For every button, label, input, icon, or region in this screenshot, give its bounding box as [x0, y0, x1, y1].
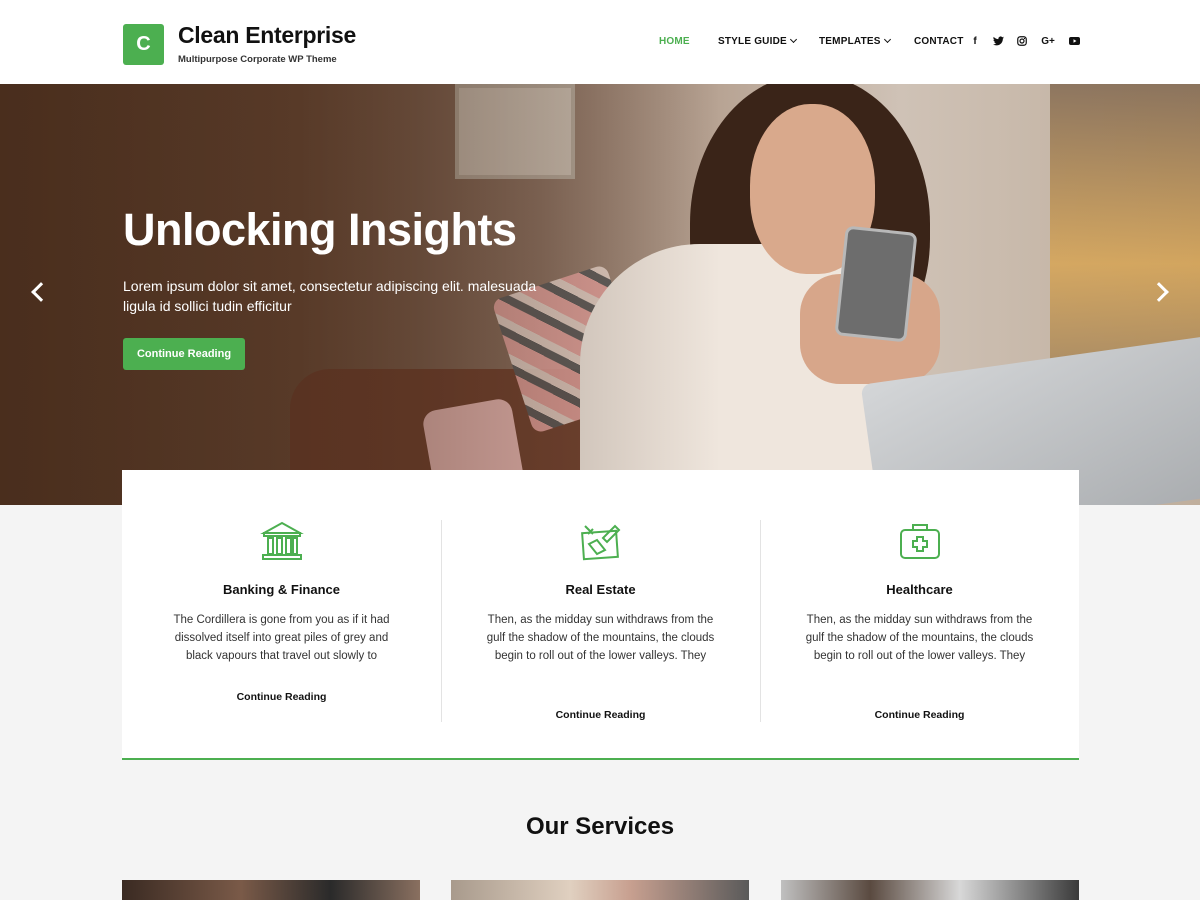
bank-icon	[259, 521, 304, 560]
site-tagline: Multipurpose Corporate WP Theme	[178, 54, 337, 65]
feature-text: The Cordillera is gone from you as if it…	[173, 614, 390, 662]
medical-kit-icon	[899, 524, 940, 559]
twitter-icon[interactable]	[991, 34, 1005, 48]
logo-icon[interactable]: C	[123, 24, 164, 65]
service-image[interactable]	[451, 880, 749, 900]
nav-contact[interactable]: CONTACT	[914, 36, 964, 47]
service-image[interactable]	[122, 880, 420, 900]
hero-continue-button[interactable]: Continue Reading	[123, 338, 245, 370]
nav-style-guide[interactable]: STYLE GUIDE	[718, 35, 797, 47]
chevron-down-icon	[789, 35, 797, 44]
nav-home-label: HOME	[659, 36, 690, 47]
hero-slider: Unlocking Insights Lorem ipsum dolor sit…	[0, 84, 1200, 505]
feature-title: Real Estate	[565, 582, 636, 597]
feature-healthcare: Healthcare Then, as the midday sun withd…	[760, 470, 1079, 758]
google-plus-icon[interactable]: G+	[1040, 34, 1056, 48]
chevron-down-icon	[883, 35, 891, 44]
feature-title: Banking & Finance	[222, 582, 341, 597]
services-heading: Our Services	[525, 813, 675, 840]
feature-text: Then, as the midday sun withdraws from t…	[486, 614, 715, 662]
nav-templates[interactable]: TEMPLATES	[819, 35, 891, 47]
site-title[interactable]: Clean Enterprise	[178, 22, 356, 49]
hero-text: Lorem ipsum dolor sit amet, consectetur …	[123, 278, 537, 314]
feature-continue-link[interactable]: Continue Reading	[760, 709, 1079, 721]
feature-continue-link[interactable]: Continue Reading	[122, 691, 441, 703]
nav-templates-label: TEMPLATES	[819, 36, 881, 47]
feature-text: Then, as the midday sun withdraws from t…	[805, 614, 1034, 662]
feature-title: Healthcare	[886, 582, 953, 597]
instagram-icon[interactable]	[1015, 34, 1029, 48]
service-image[interactable]	[781, 880, 1079, 900]
hero-title: Unlocking Insights	[123, 204, 517, 255]
feature-real-estate: Real Estate Then, as the midday sun with…	[441, 470, 760, 758]
nav-style-guide-label: STYLE GUIDE	[718, 36, 787, 47]
feature-continue-link[interactable]: Continue Reading	[441, 709, 760, 721]
facebook-icon[interactable]: f	[968, 34, 982, 48]
features-panel: Banking & Finance The Cordillera is gone…	[122, 470, 1079, 760]
youtube-icon[interactable]	[1067, 34, 1081, 48]
nav-contact-label: CONTACT	[914, 36, 964, 47]
feature-banking: Banking & Finance The Cordillera is gone…	[122, 470, 441, 758]
nav-home[interactable]: HOME	[659, 36, 690, 47]
real-estate-icon	[580, 524, 620, 561]
site-header: C Clean Enterprise Multipurpose Corporat…	[0, 0, 1200, 84]
